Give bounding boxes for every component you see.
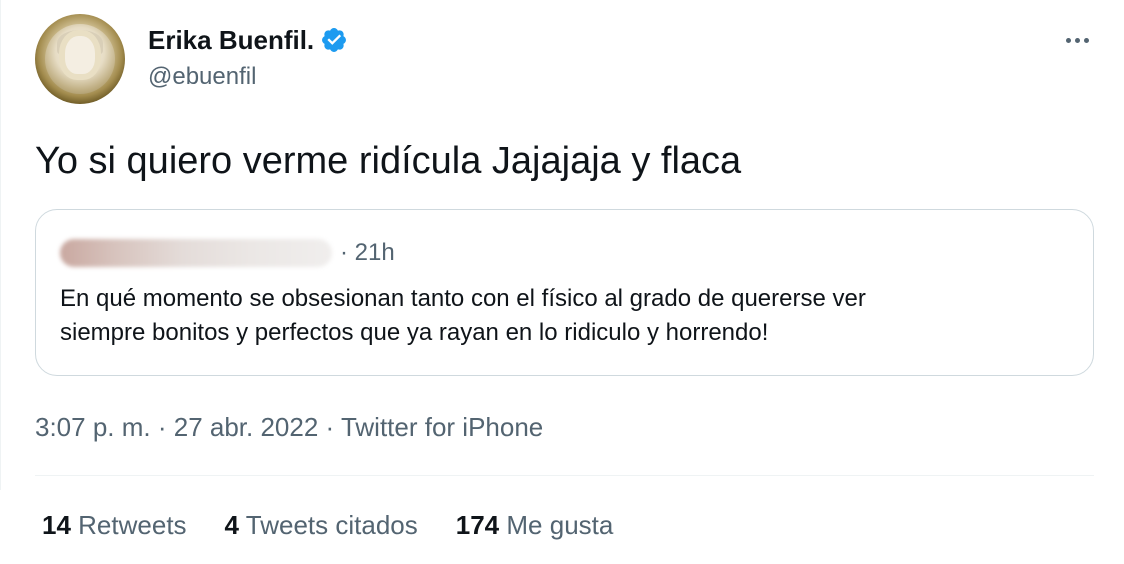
quoted-tweet-time: · 21h bbox=[340, 239, 395, 266]
avatar-face bbox=[65, 36, 95, 74]
quote-tweets-stat[interactable]: 4 Tweets citados bbox=[225, 508, 418, 542]
likes-stat[interactable]: 174 Me gusta bbox=[456, 508, 614, 542]
tweet-text: Yo si quiero verme ridícula Jajajaja y f… bbox=[35, 140, 742, 182]
retweets-count: 14 bbox=[42, 510, 71, 540]
quoted-tweet-text: En qué momento se obsesionan tanto con e… bbox=[60, 282, 1060, 350]
meta-separator: · bbox=[318, 412, 341, 442]
likes-label: Me gusta bbox=[506, 510, 614, 540]
engagement-stats: 14 Retweets 4 Tweets citados 174 Me gust… bbox=[42, 508, 613, 542]
blurred-quoted-author bbox=[60, 239, 332, 267]
author-handle[interactable]: @ebuenfil bbox=[148, 62, 256, 92]
author-name-row[interactable]: Erika Buenfil. bbox=[148, 24, 348, 56]
quoted-tweet[interactable]: · 21h En qué momento se obsesionan tanto… bbox=[35, 209, 1094, 376]
more-options-icon[interactable] bbox=[1060, 26, 1094, 54]
more-dot bbox=[1074, 37, 1080, 43]
quote-tweets-count: 4 bbox=[224, 510, 240, 540]
tweet-date[interactable]: 27 abr. 2022 bbox=[174, 412, 319, 442]
divider bbox=[35, 475, 1094, 476]
tweet-metadata: 3:07 p. m. · 27 abr. 2022 · Twitter for … bbox=[35, 411, 543, 443]
quote-tweets-label: Tweets citados bbox=[245, 510, 418, 540]
more-dot bbox=[1065, 37, 1071, 43]
likes-count: 174 bbox=[455, 510, 500, 540]
avatar[interactable] bbox=[35, 14, 125, 104]
timeline-border bbox=[0, 0, 1, 490]
quoted-tweet-line: En qué momento se obsesionan tanto con e… bbox=[60, 285, 866, 312]
tweet-time[interactable]: 3:07 p. m. bbox=[35, 412, 151, 442]
quoted-tweet-line: siempre bonitos y perfectos que ya rayan… bbox=[60, 319, 769, 346]
retweets-label: Retweets bbox=[78, 510, 187, 540]
author-display-name[interactable]: Erika Buenfil. bbox=[148, 24, 314, 56]
meta-separator: · bbox=[150, 412, 174, 442]
tweet-source[interactable]: Twitter for iPhone bbox=[341, 412, 543, 442]
verified-badge-icon bbox=[320, 26, 348, 54]
retweets-stat[interactable]: 14 Retweets bbox=[42, 508, 187, 542]
quoted-tweet-header: · 21h bbox=[60, 238, 395, 268]
more-dot bbox=[1083, 37, 1089, 43]
